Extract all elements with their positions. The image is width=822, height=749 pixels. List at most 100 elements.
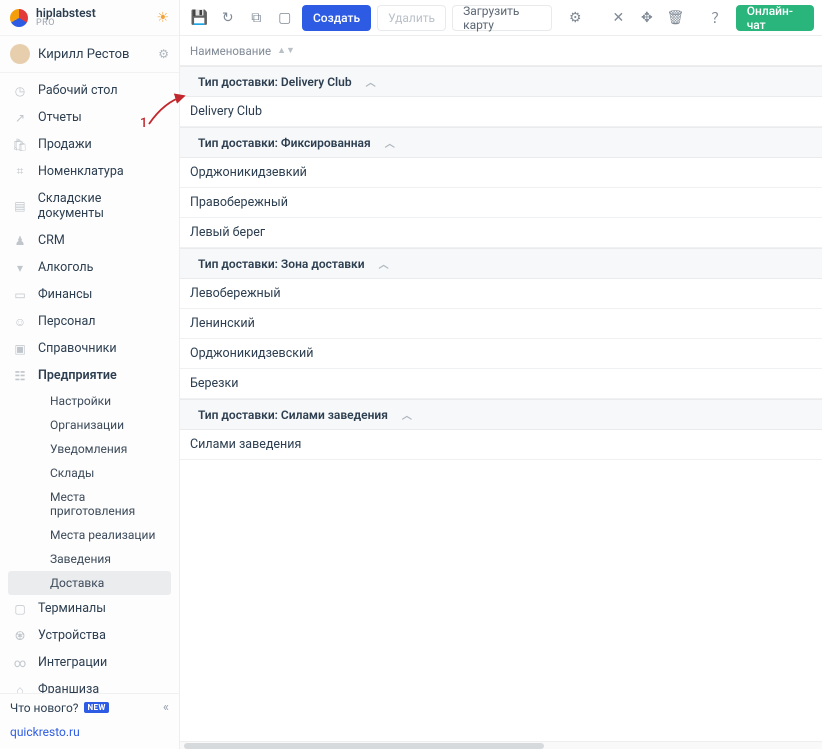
nav-label: Отчеты <box>38 110 82 125</box>
nav-label: Номенклатура <box>38 164 124 179</box>
screen-icon[interactable]: ▢ <box>273 5 295 31</box>
nav-label: Персонал <box>38 314 95 329</box>
user-block[interactable]: Кирилл Рестов ⚙ <box>0 36 179 73</box>
nav-icon: ▤ <box>12 199 28 213</box>
table-row[interactable]: Левый берег <box>180 218 822 248</box>
site-link[interactable]: quickresto.ru <box>0 721 179 749</box>
chevron-up-icon: ︿ <box>402 407 412 422</box>
sidebar-item[interactable]: ∞Интеграции <box>0 649 179 676</box>
nav-label: Справочники <box>38 341 117 356</box>
copy-icon[interactable]: ⧉ <box>245 5 267 31</box>
delete-button: Удалить <box>377 5 446 31</box>
sidebar-subitem[interactable]: Места реализации <box>0 523 179 547</box>
table-row[interactable]: Правобережный <box>180 188 822 218</box>
sidebar-subitem[interactable]: Заведения <box>0 547 179 571</box>
sidebar-subitem[interactable]: Организации <box>0 413 179 437</box>
sort-icon[interactable]: ▲▼ <box>277 45 295 56</box>
group-title: Тип доставки: Delivery Club <box>198 75 352 89</box>
refresh-icon[interactable]: ↻ <box>216 5 238 31</box>
sidebar: hiplabstest PRO ☀ Кирилл Рестов ⚙ ◷Рабоч… <box>0 0 180 749</box>
settings-sliders-icon[interactable]: ⚙ <box>564 5 586 31</box>
nav-label: Франшиза <box>38 682 99 693</box>
group-title: Тип доставки: Силами заведения <box>198 408 388 422</box>
table-row[interactable]: Орджоникидзевский <box>180 339 822 369</box>
online-chat-button[interactable]: Онлайн-чат <box>736 5 814 31</box>
group-header[interactable]: Тип доставки: Зона доставки︿ <box>180 248 822 279</box>
group-title: Тип доставки: Зона доставки <box>198 257 365 271</box>
table-row[interactable]: Delivery Club <box>180 97 822 127</box>
table-row[interactable]: Ленинский <box>180 309 822 339</box>
sidebar-item[interactable]: ⌂ Франшиза <box>0 676 179 693</box>
whats-new[interactable]: Что нового? NEW « <box>0 693 179 721</box>
avatar <box>10 44 30 64</box>
whats-new-label: Что нового? <box>10 701 78 715</box>
sidebar-item[interactable]: ▤ Складские документы <box>0 185 179 227</box>
nav-icon: ∞ <box>12 656 28 670</box>
nav-icon: ▾ <box>12 261 28 275</box>
trash-icon[interactable]: 🗑 <box>664 5 686 31</box>
table-row[interactable]: Левобережный <box>180 279 822 309</box>
group-title: Тип доставки: Фиксированная <box>198 136 371 150</box>
main: 💾 ↻ ⧉ ▢ Создать Удалить Загрузить карту … <box>180 0 822 749</box>
new-badge: NEW <box>84 702 108 713</box>
sidebar-item[interactable]: ▢ Терминалы <box>0 595 179 622</box>
nav-label: Терминалы <box>38 601 106 616</box>
sidebar-item[interactable]: ⌗ Номенклатура <box>0 158 179 185</box>
nav-icon: ▢ <box>12 602 28 616</box>
brand-logo <box>10 9 28 27</box>
sidebar-item[interactable]: ▾ Алкоголь <box>0 254 179 281</box>
group-header[interactable]: Тип доставки: Delivery Club ︿ <box>180 66 822 97</box>
help-icon[interactable]: ？ <box>707 5 729 31</box>
gear-icon[interactable]: ⚙ <box>158 47 169 61</box>
sidebar-item[interactable]: ◷Рабочий стол <box>0 77 179 104</box>
table-row[interactable]: Силами заведения <box>180 430 822 460</box>
collapse-sidebar-icon[interactable]: « <box>163 700 169 715</box>
column-header[interactable]: Наименование ▲▼ <box>180 36 822 66</box>
table-row[interactable]: Березки <box>180 369 822 399</box>
sidebar-item[interactable]: 🛍 Продажи <box>0 131 179 158</box>
nav-label: Продажи <box>38 137 92 152</box>
nav-icon: ◷ <box>12 84 28 98</box>
group-header[interactable]: Тип доставки: Фиксированная ︿ <box>180 127 822 158</box>
sidebar-subitem[interactable]: Доставка <box>8 571 171 595</box>
nav-label: Складские документы <box>38 191 169 221</box>
nav-icon: ☺ <box>12 315 28 329</box>
sidebar-item[interactable]: ↗Отчеты <box>0 104 179 131</box>
toolbar: 💾 ↻ ⧉ ▢ Создать Удалить Загрузить карту … <box>180 0 822 36</box>
chevron-up-icon: ︿ <box>385 135 395 150</box>
brand-sub: PRO <box>36 19 96 28</box>
tools-icon[interactable]: ✕ <box>607 5 629 31</box>
group-header[interactable]: Тип доставки: Силами заведения ︿ <box>180 399 822 430</box>
nav: ◷Рабочий стол↗Отчеты 🛍 Продажи ⌗ Номенклатур… <box>0 73 179 693</box>
nav-icon: ♼ <box>12 629 28 643</box>
nav-label: Алкоголь <box>38 260 93 275</box>
sidebar-subitem[interactable]: Места приготовления <box>0 485 179 523</box>
brand-block: hiplabstest PRO ☀ <box>0 0 179 36</box>
sidebar-item[interactable]: ♟ CRM <box>0 227 179 254</box>
nav-icon: 🛍 <box>12 138 28 152</box>
create-button[interactable]: Создать <box>302 5 371 31</box>
nav-label: Предприятие <box>38 368 117 383</box>
nav-icon: ▭ <box>12 288 28 302</box>
sidebar-subitem[interactable]: Склады <box>0 461 179 485</box>
load-map-button[interactable]: Загрузить карту <box>452 5 552 31</box>
sidebar-item[interactable]: ☺ Персонал <box>0 308 179 335</box>
horizontal-scrollbar[interactable] <box>180 741 822 749</box>
sidebar-item[interactable]: ☷ Предприятие <box>0 362 179 389</box>
nav-icon: ⌗ <box>12 164 28 179</box>
sidebar-item[interactable]: ♼Устройства <box>0 622 179 649</box>
nav-icon: ⌂ <box>12 683 28 694</box>
list-area: Тип доставки: Delivery Club ︿ Delivery Clu… <box>180 66 822 741</box>
nav-icon: ☷ <box>12 369 28 383</box>
nav-icon: ♟ <box>12 234 28 248</box>
sidebar-subitem[interactable]: Уведомления <box>0 437 179 461</box>
table-row[interactable]: Орджоникидзевкий <box>180 158 822 188</box>
move-icon[interactable]: ✥ <box>636 5 658 31</box>
sidebar-subitem[interactable]: Настройки <box>0 389 179 413</box>
sidebar-item[interactable]: ▣Справочники <box>0 335 179 362</box>
save-icon[interactable]: 💾 <box>188 5 210 31</box>
chevron-up-icon: ︿ <box>366 74 376 89</box>
nav-label: CRM <box>38 233 65 248</box>
sidebar-item[interactable]: ▭Финансы <box>0 281 179 308</box>
theme-sun-icon[interactable]: ☀ <box>156 10 169 26</box>
